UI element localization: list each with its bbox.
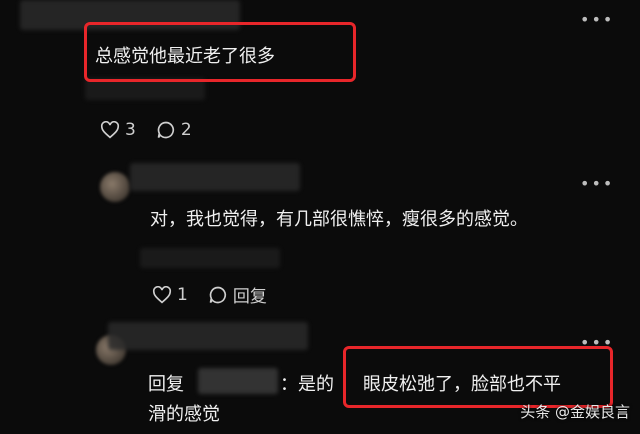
- reply-count-button[interactable]: 2: [156, 120, 192, 140]
- reply-suffix: ：是的: [280, 374, 334, 395]
- comment-bubble-icon: [209, 286, 226, 303]
- heart-icon: [152, 285, 172, 303]
- comment-text-line2: 滑的感觉: [148, 404, 220, 425]
- username-redacted: [108, 322, 308, 350]
- comment-bubble-icon: [157, 121, 174, 139]
- like-count: 3: [125, 120, 136, 140]
- like-count: 1: [177, 284, 188, 305]
- username-redacted: [130, 163, 300, 191]
- like-button[interactable]: 3: [100, 120, 136, 140]
- reply-count: 2: [180, 120, 192, 140]
- comment-actions: 3 2: [100, 120, 212, 140]
- reply-button[interactable]: 回复: [208, 282, 267, 307]
- watermark: 头条 @金娱良言: [520, 403, 630, 421]
- reply-prefix: 回复: [148, 374, 184, 395]
- comment-actions: 1 回复: [152, 282, 287, 307]
- like-button[interactable]: 1: [152, 285, 188, 305]
- heart-icon: [100, 121, 120, 139]
- highlight-box: [343, 346, 613, 408]
- text-redacted: [140, 248, 280, 268]
- more-dots-icon[interactable]: •••: [580, 176, 614, 192]
- avatar[interactable]: [100, 172, 130, 202]
- highlight-box: [84, 22, 356, 82]
- comment-text: 对，我也觉得，有几部很憔悴，瘦很多的感觉。: [150, 209, 528, 230]
- more-dots-icon[interactable]: •••: [580, 12, 614, 28]
- reply-label: 回复: [232, 287, 267, 307]
- mentioned-user-redacted: [198, 368, 278, 394]
